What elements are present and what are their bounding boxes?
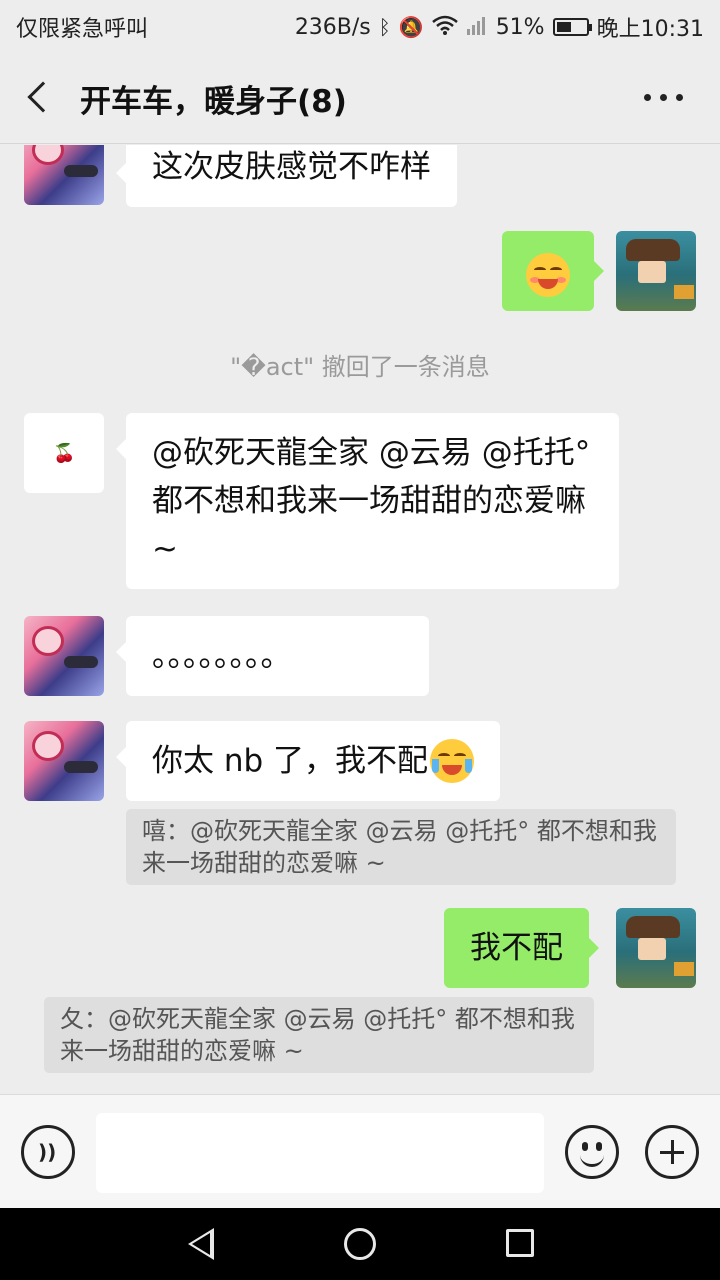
- message-bubble[interactable]: 这次皮肤感觉不咋样: [116, 145, 457, 207]
- battery-fill: [556, 22, 571, 32]
- network-speed: 236B/s: [294, 14, 371, 40]
- voice-icon: )): [38, 1140, 57, 1164]
- message-text: 这次皮肤感觉不咋样: [152, 149, 431, 185]
- message-text: 。。。。。。。。: [152, 638, 292, 674]
- cherry-icon: 🍒: [53, 443, 76, 464]
- message-bubble[interactable]: 我不配: [444, 908, 599, 988]
- status-bar: 仅限紧急呼叫 236B/s ᛒ 🔕 51% 晚上10:31: [0, 0, 720, 50]
- message-bubble[interactable]: 。。。。。。。。: [116, 616, 429, 696]
- chevron-left-icon: [27, 81, 59, 113]
- status-icons: 236B/s ᛒ 🔕 51% 晚上10:31: [295, 11, 704, 43]
- smile-icon: [580, 1154, 604, 1167]
- avatar[interactable]: [24, 616, 104, 696]
- crying-laughing-emoji-icon: [430, 739, 475, 783]
- message-input[interactable]: [96, 1113, 544, 1193]
- message-bubble[interactable]: @砍死天龍全家 @云易 @托托° 都不想和我来一场甜甜的恋爱嘛 ~: [116, 413, 619, 589]
- input-bar: )): [0, 1094, 720, 1208]
- nav-recents-button[interactable]: [506, 1229, 534, 1257]
- signal-icon: [466, 15, 488, 40]
- message-text: 你太 nb 了，我不配: [152, 743, 429, 779]
- quoted-reply[interactable]: 夂：@砍死天龍全家 @云易 @托托° 都不想和我来一场甜甜的恋爱嘛 ~: [44, 997, 594, 1073]
- clock: 晚上10:31: [596, 17, 704, 42]
- system-nav-bar: [0, 1208, 720, 1280]
- more-functions-button[interactable]: [645, 1125, 699, 1179]
- chat-title: 开车车，暖身子(8): [80, 84, 347, 120]
- blushing-emoji-icon: [526, 252, 570, 297]
- battery-percent: 51%: [495, 14, 545, 40]
- bluetooth-icon: ᛒ: [378, 15, 391, 39]
- avatar[interactable]: [24, 145, 104, 205]
- emoji-button[interactable]: [565, 1125, 619, 1179]
- wifi-icon: [431, 15, 458, 40]
- recall-notice: "�act" 撤回了一条消息: [230, 353, 490, 381]
- nav-home-button[interactable]: [344, 1228, 376, 1260]
- avatar[interactable]: [24, 721, 104, 801]
- dot-icon: [644, 94, 651, 101]
- nav-back-button[interactable]: [188, 1228, 214, 1260]
- message-bubble[interactable]: 你太 nb 了，我不配: [115, 721, 501, 801]
- chat-header: 开车车，暖身子(8): [0, 50, 720, 144]
- message-text: @砍死天龍全家 @云易 @托托° 都不想和我来一场甜甜的恋爱嘛 ~: [152, 435, 591, 567]
- more-options-button[interactable]: [644, 94, 684, 104]
- quoted-reply[interactable]: 嘻：@砍死天龍全家 @云易 @托托° 都不想和我来一场甜甜的恋爱嘛 ~: [126, 809, 676, 885]
- dot-icon: [676, 94, 683, 101]
- back-button[interactable]: [22, 78, 59, 118]
- battery-icon: [552, 18, 592, 36]
- chat-message-list[interactable]: 这次皮肤感觉不咋样 "�act" 撤回了一条消息 🍒 @砍死天龍全家 @云易 @…: [0, 145, 720, 1093]
- my-avatar[interactable]: [616, 231, 696, 311]
- voice-input-button[interactable]: )): [21, 1125, 75, 1179]
- my-avatar[interactable]: [616, 908, 696, 988]
- mute-icon: 🔕: [398, 15, 424, 39]
- dot-icon: [660, 94, 667, 101]
- message-bubble[interactable]: [502, 231, 604, 311]
- message-text: 我不配: [470, 930, 563, 966]
- carrier-text: 仅限紧急呼叫: [16, 17, 149, 42]
- avatar[interactable]: 🍒: [24, 413, 104, 493]
